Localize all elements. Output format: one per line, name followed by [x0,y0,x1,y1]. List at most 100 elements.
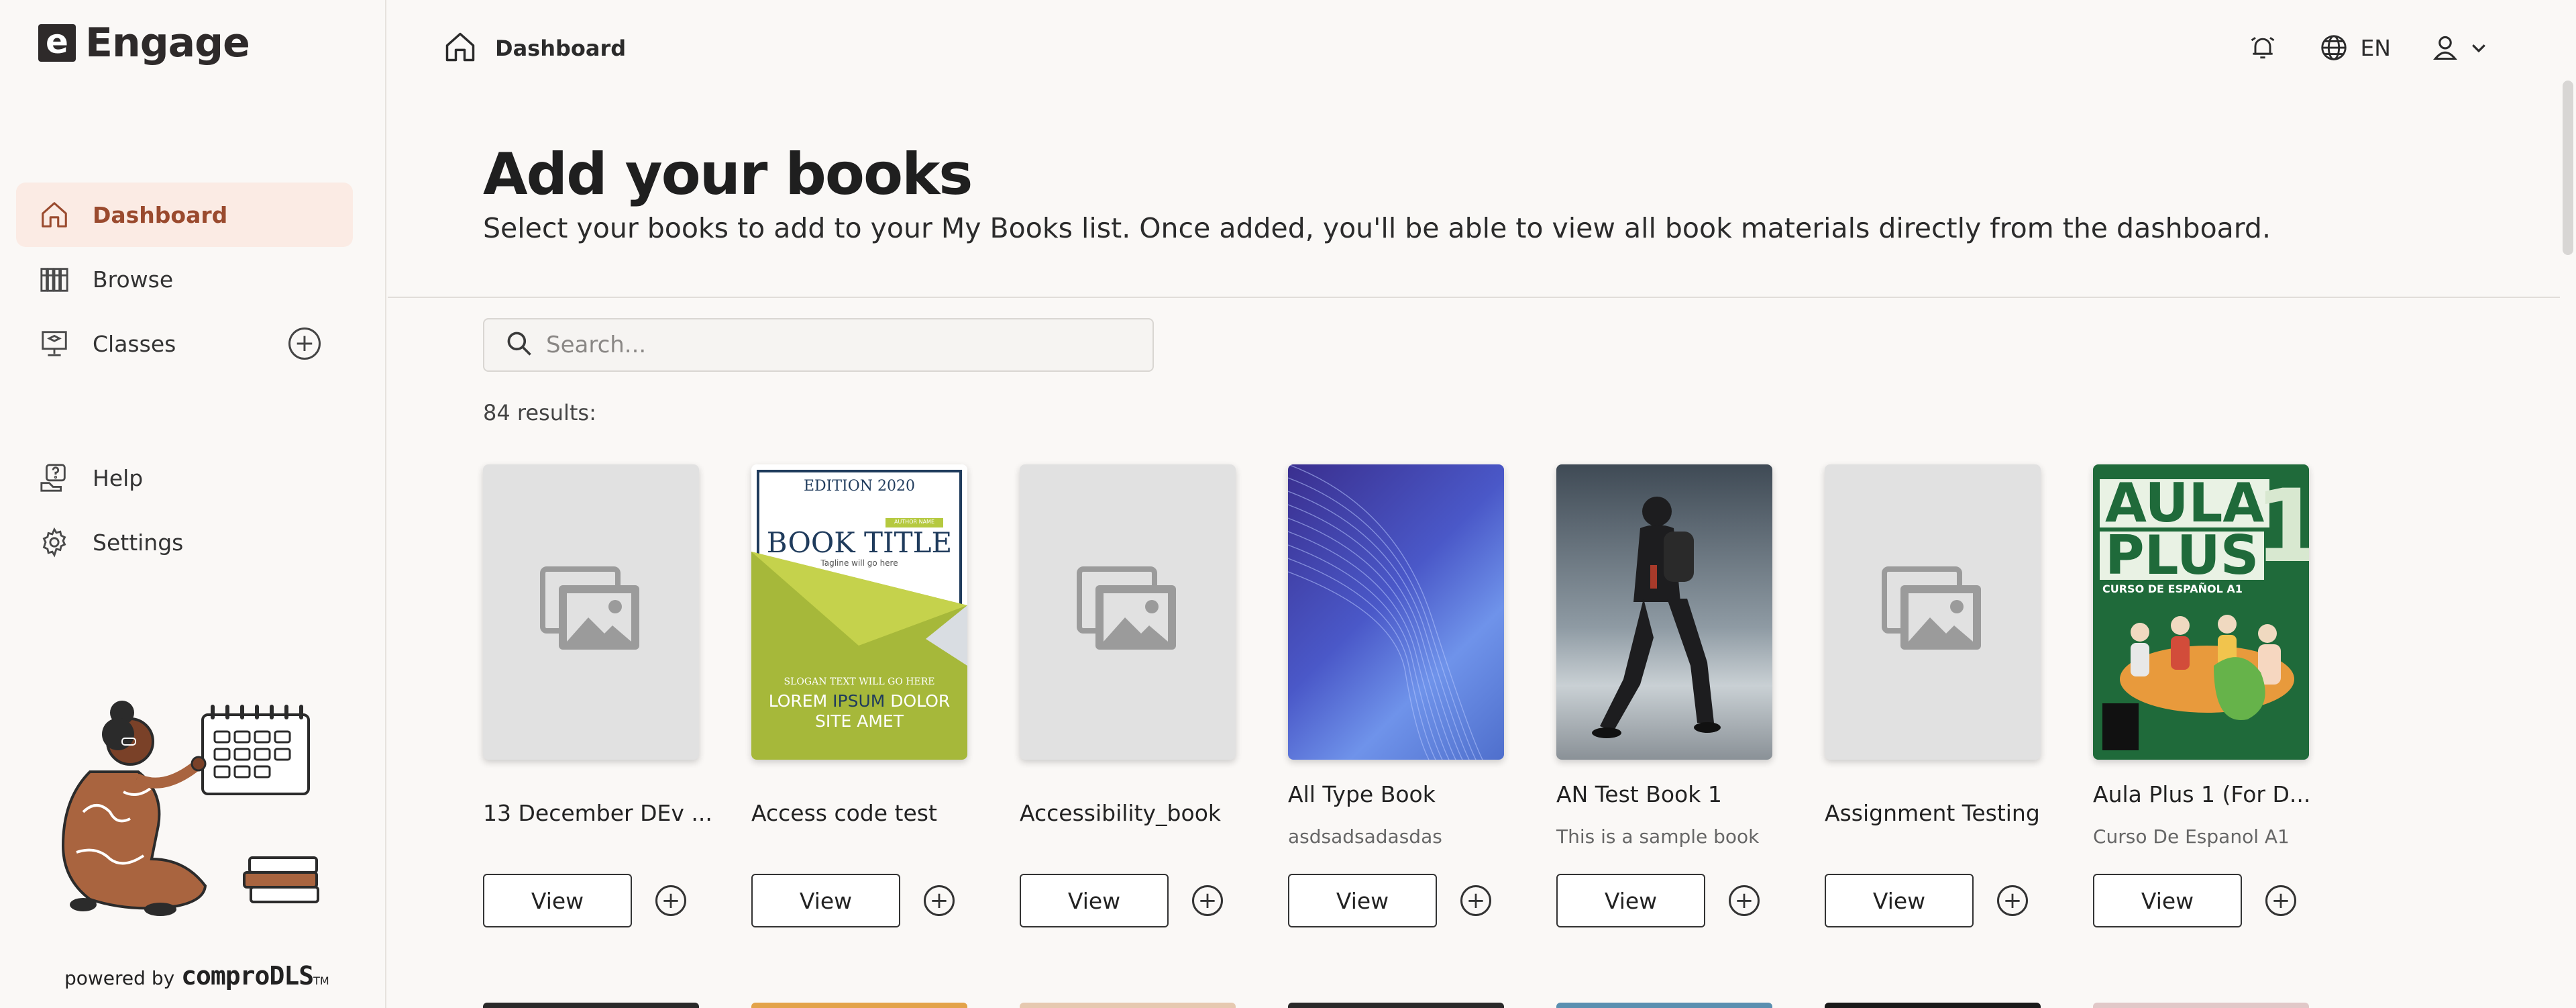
add-book-button[interactable]: + [924,885,955,916]
breadcrumb[interactable]: Dashboard [443,30,626,67]
wave-lines-art [1288,464,1483,760]
next-row-cover [2093,1003,2309,1008]
powered-by: powered by comproDLS TM [64,961,329,991]
add-class-button[interactable]: + [288,327,321,360]
sidebar-item-label: Help [93,464,144,491]
sidebar-item-browse[interactable]: Browse [16,247,353,311]
chevron-down-icon [2462,31,2496,64]
cover-site-amet: SITE AMET [815,711,904,731]
globe-icon [2317,31,2351,64]
next-row-cover [1556,1003,1772,1008]
search-box[interactable] [483,318,1154,372]
next-row-cover [1825,1003,2041,1008]
user-icon [2428,31,2462,64]
book-title: Accessibility_book [1020,800,1221,826]
book-card: Assignment Testing View + [1825,464,2041,927]
add-book-button[interactable]: + [1192,885,1223,916]
alarm-bell-icon[interactable] [2246,31,2279,64]
book-title: AN Test Book 1 [1556,781,1722,807]
search-icon [504,329,534,361]
language-label: EN [2360,34,2391,61]
book-subtitle: This is a sample book [1556,825,1760,848]
book-subtitle: Curso De Espanol A1 [2093,825,2290,848]
top-bar: Dashboard EN [388,0,2576,97]
book-card: AULA PLUS 1 CURSO DE ESPAÑOL A1 Aula Plu… [2093,464,2310,927]
add-book-button[interactable]: + [2265,885,2296,916]
book-title: Assignment Testing [1825,800,2040,826]
language-selector[interactable]: EN [2317,31,2391,64]
sidebar-item-label: Classes [93,330,176,357]
teacher-calendar-illustration [43,678,325,926]
book-title: 13 December DEv ... [483,800,711,826]
brand-name: Engage [85,19,250,66]
next-row-cover [1288,1003,1504,1008]
library-icon [38,262,71,296]
classroom-icon [38,327,71,360]
sidebar-item-dashboard[interactable]: Dashboard [16,183,353,247]
book-cover[interactable] [1288,464,1504,760]
book-title: Access code test [751,800,937,826]
view-book-button[interactable]: View [1556,874,1705,927]
book-cover[interactable]: AULA PLUS 1 CURSO DE ESPAÑOL A1 [2093,464,2309,760]
results-count: 84 results: [483,400,596,425]
sidebar-item-help[interactable]: Help [16,446,353,510]
vertical-scrollbar[interactable] [2563,81,2573,255]
view-book-button[interactable]: View [1288,874,1437,927]
home-icon [443,30,478,67]
search-input[interactable] [546,332,1136,358]
image-placeholder-icon [537,564,645,660]
book-cover[interactable] [483,464,699,760]
cover-tagline: Tagline will go here [820,558,898,568]
view-book-button[interactable]: View [1020,874,1169,927]
view-book-button[interactable]: View [1825,874,1974,927]
cover-heading: BOOK TITLE [766,526,953,559]
book-card: Accessibility_book View + [1020,464,1236,927]
book-cover[interactable] [1825,464,2041,760]
cover-edition: EDITION 2020 [803,478,916,495]
book-cover[interactable] [1020,464,1236,760]
brand-mark: e [38,24,76,62]
help-icon [38,461,71,495]
next-row-cover [483,1003,699,1008]
next-row-cover [1020,1003,1236,1008]
sidebar-item-settings[interactable]: Settings [16,510,353,574]
cover-slogan: SLOGAN TEXT WILL GO HERE [784,676,935,687]
sidebar-item-label: Dashboard [93,201,228,228]
cover-lorem-line: LOREM IPSUM DOLOR [751,691,967,711]
breadcrumb-label: Dashboard [495,36,627,61]
home-icon [38,198,71,232]
add-book-button[interactable]: + [655,885,686,916]
book-subtitle: asdsadsadasdas [1288,825,1442,848]
user-menu[interactable] [2428,31,2496,64]
view-book-button[interactable]: View [751,874,900,927]
sidebar: e Engage Dashboard Browse Classes + Help… [0,0,386,1008]
sidebar-item-label: Settings [93,529,184,556]
aula-cover-art [2102,615,2294,750]
add-book-button[interactable]: + [1729,885,1760,916]
book-card: 13 December DEv ... View + [483,464,711,927]
sidebar-item-label: Browse [93,266,174,293]
book-cover[interactable] [1556,464,1772,760]
book-card: EDITION 2020 AUTHOR NAME BOOK TITLE Tagl… [751,464,967,927]
top-right-controls: EN [2246,31,2496,64]
book-title: All Type Book [1288,781,1436,807]
brand-logo[interactable]: e Engage [38,23,250,63]
view-book-button[interactable]: View [2093,874,2242,927]
page-title: Add your books [483,141,973,208]
next-row-cover [751,1003,967,1008]
cover-badge: AUTHOR NAME [894,519,935,525]
image-placeholder-icon [1879,564,1986,660]
page-subtitle: Select your books to add to your My Book… [483,212,2271,244]
app-root: e Engage Dashboard Browse Classes + Help… [0,0,2576,1008]
cover-ipsum-word: IPSUM [833,691,885,711]
trademark-mark: TM [313,974,329,987]
view-book-button[interactable]: View [483,874,632,927]
comprodls-logo: comproDLS [181,961,314,991]
add-book-button[interactable]: + [1997,885,2028,916]
book-cover[interactable]: EDITION 2020 AUTHOR NAME BOOK TITLE Tagl… [751,464,967,760]
add-book-button[interactable]: + [1460,885,1491,916]
sidebar-item-classes[interactable]: Classes + [16,311,353,376]
sidebar-nav: Dashboard Browse Classes + Help Settings [16,183,353,574]
gear-icon [38,525,71,559]
cover-lorem-word: LOREM [768,691,828,711]
